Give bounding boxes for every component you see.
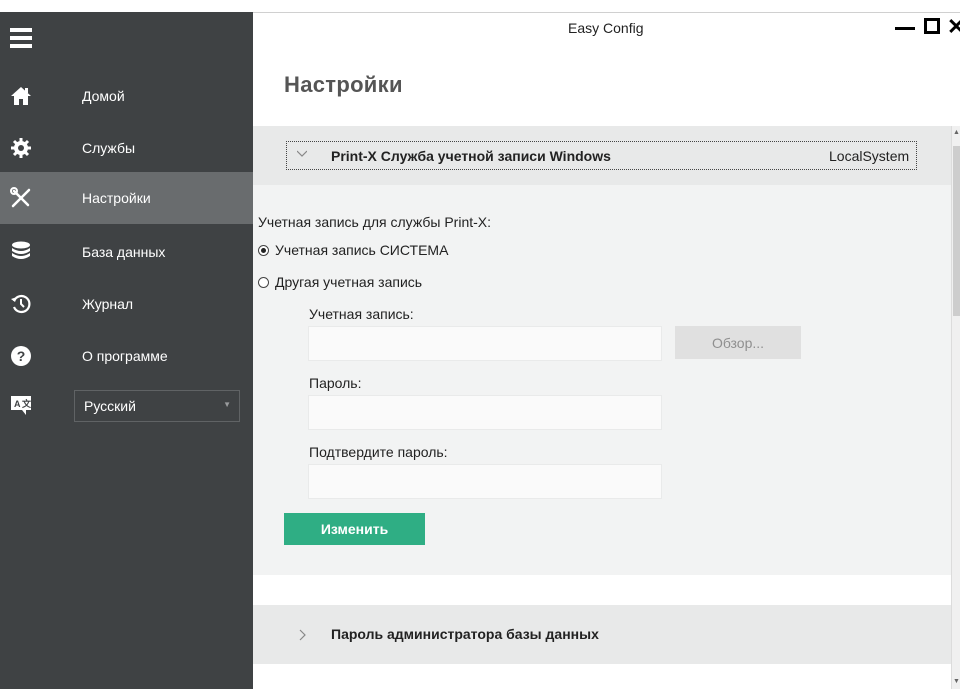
confirm-password-label: Подтвердите пароль: [309, 444, 448, 460]
sidebar-item-database[interactable]: База данных [0, 226, 253, 278]
close-icon[interactable]: ✕ [947, 14, 960, 40]
scroll-down-icon[interactable]: ▼ [952, 675, 960, 689]
password-field[interactable] [308, 395, 662, 430]
language-select[interactable]: Русский ▼ [74, 390, 240, 422]
sidebar-item-about[interactable]: ? О программе [0, 330, 253, 382]
radio-system-account[interactable] [258, 245, 269, 256]
sidebar-item-home[interactable]: Домой [0, 70, 253, 122]
sidebar-item-label: Настройки [82, 190, 151, 206]
confirm-password-field[interactable] [308, 464, 662, 499]
sidebar-item-label: Журнал [82, 296, 134, 312]
help-icon: ? [10, 345, 32, 367]
sidebar-item-label: Домой [82, 88, 125, 104]
language-icon: A文 [10, 394, 32, 416]
section-title: Пароль администратора базы данных [331, 626, 599, 642]
sidebar-item-log[interactable]: Журнал [0, 278, 253, 330]
page-title: Настройки [284, 72, 403, 97]
svg-text:A: A [14, 399, 21, 409]
window-titlebar: Easy Config ✕ [253, 12, 960, 44]
radio-system-account-label[interactable]: Учетная запись СИСТЕМА [275, 242, 448, 258]
hamburger-menu-icon[interactable] [10, 28, 32, 48]
settings-content: Print-X Служба учетной записи Windows Lo… [253, 126, 951, 689]
language-select-value: Русский [84, 398, 136, 414]
radio-other-account-label[interactable]: Другая учетная запись [275, 274, 422, 290]
radio-other-account[interactable] [258, 277, 269, 288]
password-label: Пароль: [309, 375, 362, 391]
sidebar-item-settings[interactable]: Настройки [0, 172, 253, 224]
database-icon [10, 241, 32, 263]
svg-text:?: ? [17, 348, 26, 364]
maximize-icon[interactable] [924, 18, 940, 34]
scroll-up-icon[interactable]: ▲ [952, 126, 960, 140]
sidebar-item-label: Службы [82, 140, 136, 156]
browse-button[interactable]: Обзор... [675, 326, 801, 359]
section-title: Print-X Служба учетной записи Windows [331, 148, 611, 164]
history-icon [10, 293, 32, 315]
account-field[interactable] [308, 326, 662, 361]
sidebar-item-label: О программе [82, 348, 168, 364]
vertical-scrollbar[interactable]: ▲ ▼ [951, 126, 960, 689]
sidebar: Домой Службы Настройки База данных Журна… [0, 12, 253, 689]
chevron-down-icon: ▼ [223, 400, 231, 409]
section-service-account-body: Учетная запись для службы Print-X: Учетн… [253, 185, 951, 575]
gear-icon [10, 137, 32, 159]
sidebar-item-label: База данных [82, 244, 166, 260]
change-button[interactable]: Изменить [284, 513, 425, 545]
sidebar-item-services[interactable]: Службы [0, 122, 253, 174]
home-icon [10, 85, 32, 107]
scrollbar-thumb[interactable] [953, 146, 960, 316]
section-db-admin-password-header[interactable]: Пароль администратора базы данных [253, 605, 951, 664]
window-title: Easy Config [568, 20, 644, 36]
account-for-service-label: Учетная запись для службы Print-X: [258, 214, 492, 230]
minimize-icon[interactable] [895, 27, 915, 30]
svg-text:文: 文 [21, 398, 32, 409]
chevron-down-icon [297, 150, 307, 157]
tools-icon [10, 187, 32, 209]
chevron-right-icon [299, 629, 306, 641]
section-value: LocalSystem [829, 148, 910, 164]
account-field-label: Учетная запись: [309, 306, 414, 322]
section-service-account-header[interactable]: Print-X Служба учетной записи Windows Lo… [253, 126, 951, 185]
